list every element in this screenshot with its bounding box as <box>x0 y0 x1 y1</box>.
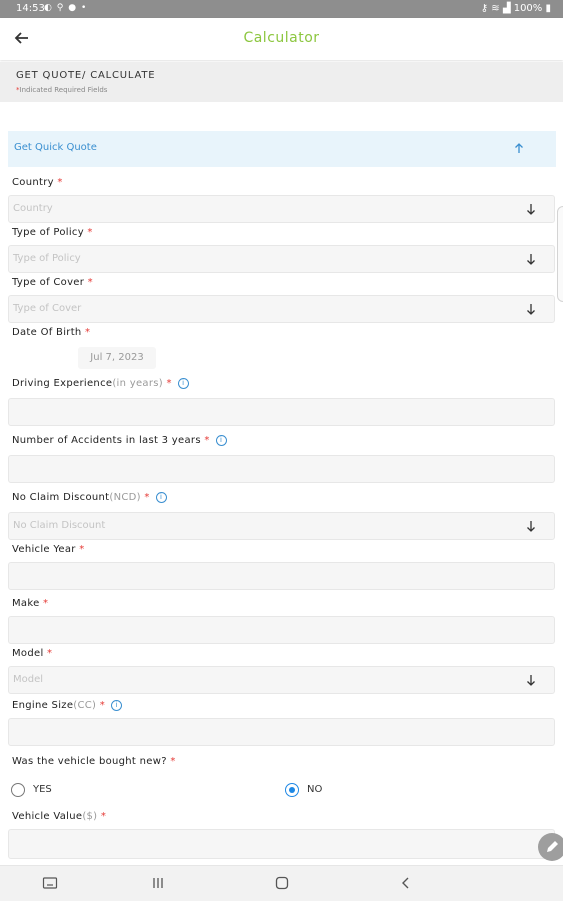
ncd-label: No Claim Discount(NCD) * i <box>12 492 167 503</box>
status-time: 14:53 <box>16 3 45 14</box>
vpn-key-icon: ⚷ <box>480 3 489 14</box>
collapse-arrow-icon[interactable] <box>513 141 525 155</box>
dropdown-arrow-icon <box>527 254 535 265</box>
cover-type-select[interactable]: Type of Cover <box>8 295 555 323</box>
vehicle-value-input[interactable] <box>8 829 555 859</box>
no-label: NO <box>307 784 323 795</box>
keyboard-icon[interactable] <box>42 875 58 891</box>
dropdown-arrow-icon <box>527 521 535 532</box>
model-select[interactable]: Model <box>8 666 555 694</box>
ncd-select[interactable]: No Claim Discount <box>8 512 555 540</box>
home-icon[interactable] <box>274 875 290 891</box>
dropdown-arrow-icon <box>527 204 535 215</box>
dropdown-arrow-icon <box>527 304 535 315</box>
status-app-icons: ◐ ⚲ ● • <box>44 3 87 13</box>
yes-radio[interactable] <box>11 783 25 797</box>
system-nav-bar <box>0 865 563 901</box>
wifi-icon: ≋ <box>491 3 500 14</box>
yes-label: YES <box>33 784 52 795</box>
pencil-icon <box>547 841 558 852</box>
quick-quote-label: Get Quick Quote <box>14 142 97 153</box>
model-label: Model * <box>12 648 53 659</box>
cover-type-placeholder: Type of Cover <box>13 303 82 314</box>
vehicle-year-input[interactable] <box>8 562 555 590</box>
app-icon: ● <box>68 3 78 13</box>
battery-icon: ▮ <box>545 3 551 14</box>
info-icon[interactable]: i <box>155 492 167 503</box>
dropdown-arrow-icon <box>527 675 535 686</box>
back-nav-icon[interactable] <box>398 875 414 891</box>
battery-percent: 100% <box>513 3 543 14</box>
no-radio[interactable] <box>285 783 299 797</box>
page-title: Calculator <box>243 30 320 46</box>
ncd-placeholder: No Claim Discount <box>13 520 106 531</box>
vehicle-year-label: Vehicle Year * <box>12 544 85 555</box>
driving-experience-input[interactable] <box>8 398 555 426</box>
section-header: GET QUOTE/ CALCULATE *Indicated Required… <box>0 62 563 102</box>
quick-quote-panel[interactable]: Get Quick Quote <box>8 131 556 167</box>
location-icon: ⚲ <box>56 3 65 13</box>
recents-icon[interactable] <box>150 875 166 891</box>
make-label: Make * <box>12 598 49 609</box>
accidents-label: Number of Accidents in last 3 years * i <box>12 435 227 446</box>
policy-type-label: Type of Policy * <box>12 227 93 238</box>
vehicle-value-label: Vehicle Value($) * <box>12 811 107 822</box>
info-icon[interactable]: i <box>111 700 123 711</box>
status-right: ⚷ ≋ ▟ 100% ▮ <box>481 3 551 14</box>
engine-size-label: Engine Size(CC) * i <box>12 700 123 711</box>
policy-type-select[interactable]: Type of Policy <box>8 245 555 273</box>
app-bar: Calculator <box>0 18 563 60</box>
required-note-text: Indicated Required Fields <box>19 86 108 94</box>
notification-icon: ◐ <box>44 3 53 13</box>
engine-size-input[interactable] <box>8 718 555 746</box>
country-placeholder: Country <box>13 203 53 214</box>
model-placeholder: Model <box>13 674 44 685</box>
dob-label: Date Of Birth * <box>12 327 91 338</box>
driving-experience-label: Driving Experience(in years) * i <box>12 378 189 389</box>
info-icon[interactable]: i <box>177 378 189 389</box>
dot-icon: • <box>80 3 88 13</box>
cover-type-label: Type of Cover * <box>12 277 93 288</box>
status-bar: 14:53 ◐ ⚲ ● • ⚷ ≋ ▟ 100% ▮ <box>0 0 563 18</box>
section-heading: GET QUOTE/ CALCULATE <box>16 70 156 81</box>
country-label: Country * <box>12 177 63 188</box>
dob-picker[interactable]: Jul 7, 2023 <box>78 347 156 369</box>
accidents-input[interactable] <box>8 455 555 483</box>
make-input[interactable] <box>8 616 555 644</box>
required-note: *Indicated Required Fields <box>16 86 107 94</box>
info-icon[interactable]: i <box>215 435 227 446</box>
edit-fab[interactable] <box>538 833 563 861</box>
side-edge-tab[interactable] <box>557 206 563 302</box>
bought-new-label: Was the vehicle bought new? * <box>12 756 176 767</box>
signal-icon: ▟ <box>502 3 511 14</box>
country-select[interactable]: Country <box>8 195 555 223</box>
policy-type-placeholder: Type of Policy <box>13 253 81 264</box>
